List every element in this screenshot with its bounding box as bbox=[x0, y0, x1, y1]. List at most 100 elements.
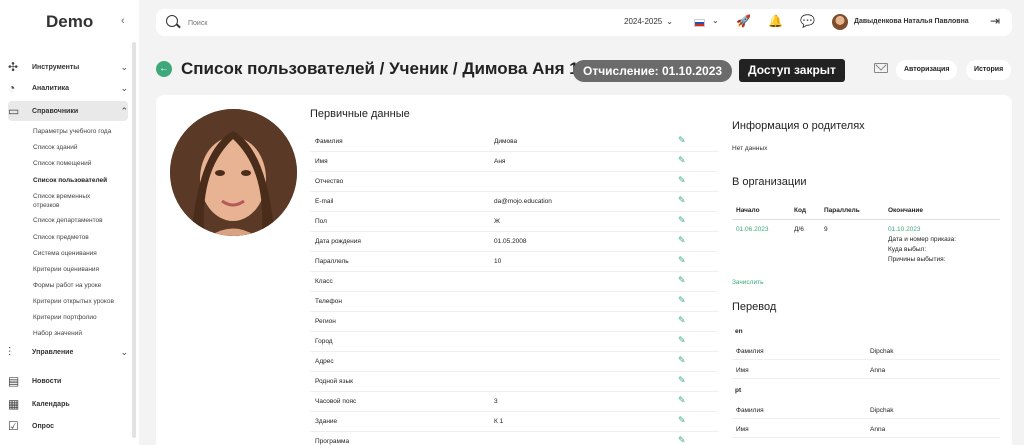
transfer-row: Имя Anna bbox=[732, 421, 1000, 438]
org-order-note: Дата и номер приказа: bbox=[888, 236, 957, 243]
edit-pencil-icon[interactable]: ✎ bbox=[678, 375, 686, 386]
field-row: Параллель 10 ✎ bbox=[310, 252, 718, 272]
edit-pencil-icon[interactable]: ✎ bbox=[678, 355, 686, 366]
field-label: Имя bbox=[315, 158, 328, 165]
chevron-down-icon: ⌄ bbox=[120, 61, 128, 72]
sidebar-subitem[interactable]: Список помещений bbox=[33, 159, 128, 168]
transfer-lang-pt: pt bbox=[735, 387, 742, 394]
sidebar-subitem[interactable]: Система оценивания bbox=[33, 249, 128, 258]
field-label: Параллель bbox=[315, 258, 349, 265]
edit-pencil-icon[interactable]: ✎ bbox=[678, 395, 686, 406]
user-avatar[interactable] bbox=[832, 14, 848, 30]
sidebar: Demo ‹ ✣ Инструменты ⌄ ◔ Аналитика ⌄ ▭ С… bbox=[0, 0, 139, 445]
field-label: Дата рождения bbox=[315, 238, 361, 245]
sidebar-subitem[interactable]: Критерии оценивания bbox=[33, 265, 128, 274]
sidebar-subitem[interactable]: Формы работ на уроке bbox=[33, 281, 128, 290]
sidebar-subitem[interactable]: Список департаментов bbox=[33, 216, 128, 225]
edit-pencil-icon[interactable]: ✎ bbox=[678, 135, 686, 146]
user-name[interactable]: Давыденкова Наталья Павловна bbox=[854, 18, 969, 25]
field-label: Фамилия bbox=[315, 138, 343, 145]
edit-pencil-icon[interactable]: ✎ bbox=[678, 235, 686, 246]
search-icon[interactable] bbox=[166, 15, 178, 27]
news-icon: ▤ bbox=[8, 374, 20, 388]
field-label: Адрес bbox=[315, 358, 334, 365]
sidebar-item-analytics[interactable]: ◔ Аналитика ⌄ bbox=[8, 78, 128, 98]
back-button[interactable]: ← bbox=[156, 61, 172, 77]
sidebar-subitem[interactable]: Критерии открытых уроков bbox=[33, 297, 128, 306]
chevron-up-icon: ⌃ bbox=[120, 105, 128, 116]
org-start-date: 01.06.2023 bbox=[736, 226, 769, 233]
field-value: Аня bbox=[494, 158, 506, 165]
sidebar-subitem[interactable]: Список предметов bbox=[33, 233, 128, 242]
org-header-code: Код bbox=[794, 207, 806, 214]
sidebar-item-references[interactable]: ▭ Справочники ⌃ bbox=[8, 101, 128, 121]
sidebar-scrollbar[interactable] bbox=[132, 42, 136, 438]
sidebar-subitem[interactable]: Критерии портфолио bbox=[33, 313, 128, 322]
edit-pencil-icon[interactable]: ✎ bbox=[678, 415, 686, 426]
field-value: 10 bbox=[494, 258, 502, 265]
edit-pencil-icon[interactable]: ✎ bbox=[678, 155, 686, 166]
edit-pencil-icon[interactable]: ✎ bbox=[678, 335, 686, 346]
mail-icon[interactable] bbox=[874, 63, 888, 73]
transfer-title: Перевод bbox=[732, 301, 777, 313]
chevron-down-icon: ⌄ bbox=[666, 17, 673, 26]
field-row: Телефон ✎ bbox=[310, 292, 718, 312]
field-row: Адрес ✎ bbox=[310, 352, 718, 372]
sidebar-item-calendar[interactable]: ▦ Календарь bbox=[8, 394, 128, 414]
field-value: Димова bbox=[494, 138, 518, 145]
transfer-row: Имя Anna bbox=[732, 362, 1000, 379]
edit-pencil-icon[interactable]: ✎ bbox=[678, 315, 686, 326]
field-row: Класс ✎ bbox=[310, 272, 718, 292]
org-header-end: Окончание bbox=[888, 207, 924, 214]
field-row: Часовой пояс 3 ✎ bbox=[310, 392, 718, 412]
calendar-icon: ▦ bbox=[8, 397, 20, 411]
edit-pencil-icon[interactable]: ✎ bbox=[678, 255, 686, 266]
edit-pencil-icon[interactable]: ✎ bbox=[678, 195, 686, 206]
app-logo: Demo bbox=[46, 12, 94, 31]
sidebar-item-news[interactable]: ▤ Новости bbox=[8, 371, 128, 391]
search-input[interactable] bbox=[188, 16, 388, 30]
history-button[interactable]: История bbox=[966, 60, 1012, 80]
sidebar-subitem-users[interactable]: Список пользователей bbox=[33, 176, 128, 185]
chevron-down-icon: ⌄ bbox=[120, 346, 128, 357]
sidebar-subitem[interactable]: Список временных отрезков bbox=[33, 192, 103, 210]
field-label: Класс bbox=[315, 278, 333, 285]
chevron-down-icon: ⌄ bbox=[120, 82, 128, 93]
edit-pencil-icon[interactable]: ✎ bbox=[678, 435, 686, 445]
logout-icon[interactable]: ⇥ bbox=[990, 14, 1000, 28]
edit-pencil-icon[interactable]: ✎ bbox=[678, 215, 686, 226]
expulsion-badge: Отчисление: 01.10.2023 bbox=[573, 60, 733, 82]
transfer-row: Фамилия Dipchak bbox=[732, 343, 1000, 360]
sidebar-item-management[interactable]: ⫶ Управление ⌄ bbox=[8, 342, 128, 362]
field-label: Здание bbox=[315, 418, 338, 425]
year-select[interactable]: 2024-2025 ⌄ bbox=[624, 17, 673, 26]
edit-pencil-icon[interactable]: ✎ bbox=[678, 175, 686, 186]
sidebar-item-survey[interactable]: ☑ Опрос bbox=[8, 416, 128, 436]
sliders-icon: ⫶ bbox=[8, 344, 12, 359]
sidebar-subitem[interactable]: Набор значений bbox=[33, 329, 128, 338]
sidebar-subitem[interactable]: Параметры учебного года bbox=[33, 127, 128, 136]
sidebar-item-tools[interactable]: ✣ Инструменты ⌄ bbox=[8, 57, 128, 77]
user-photo bbox=[170, 109, 297, 236]
field-label: Пол bbox=[315, 218, 327, 225]
chevron-down-icon[interactable]: ⌄ bbox=[712, 16, 719, 25]
field-label: Телефон bbox=[315, 298, 342, 305]
field-row: Отчество ✎ bbox=[310, 172, 718, 192]
enroll-link[interactable]: Зачислить bbox=[732, 279, 763, 286]
field-value: К 1 bbox=[494, 418, 504, 425]
survey-icon: ☑ bbox=[8, 419, 19, 433]
auth-button[interactable]: Авторизация bbox=[896, 60, 958, 80]
field-label: Родной язык bbox=[315, 378, 353, 385]
field-row: Пол Ж ✎ bbox=[310, 212, 718, 232]
bell-icon[interactable]: 🔔 bbox=[768, 14, 783, 28]
rocket-icon[interactable]: 🚀 bbox=[736, 14, 751, 28]
field-value: 01.05.2008 bbox=[494, 238, 527, 245]
chat-icon[interactable]: 💬 bbox=[800, 14, 815, 28]
field-row: Регион ✎ bbox=[310, 312, 718, 332]
edit-pencil-icon[interactable]: ✎ bbox=[678, 275, 686, 286]
edit-pencil-icon[interactable]: ✎ bbox=[678, 295, 686, 306]
divider bbox=[732, 219, 1000, 220]
sidebar-subitem[interactable]: Список зданий bbox=[33, 143, 128, 152]
russian-flag-icon[interactable] bbox=[694, 19, 705, 27]
collapse-sidebar-icon[interactable]: ‹ bbox=[121, 15, 125, 27]
